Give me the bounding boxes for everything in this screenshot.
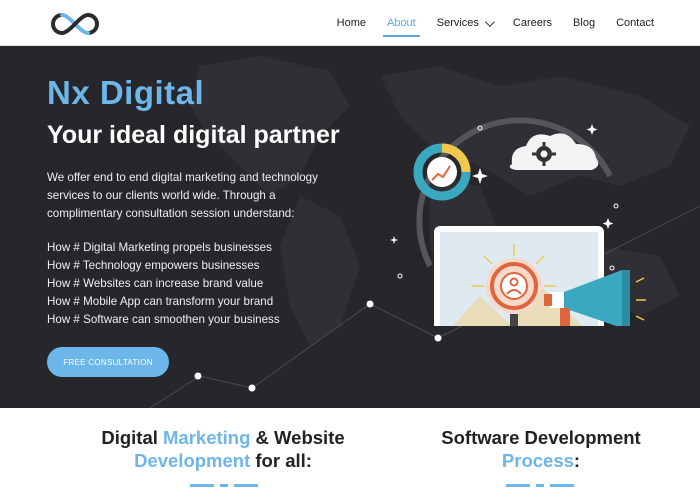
marketing-section-heading: Digital Marketing & Website Development … [96,426,350,472]
hero-point: How # Digital Marketing propels business… [47,241,272,254]
hero-points-list: How # Digital Marketing propels business… [47,239,280,329]
heading-text: & Website [250,427,345,448]
hero-description: We offer end to end digital marketing an… [47,171,318,220]
main-nav: Home About Services Careers Blog Contact [337,0,654,46]
nav-careers-link[interactable]: Careers [513,5,552,41]
digital-marketing-illustration [390,117,646,326]
hero-subtitle: Your ideal digital partner [47,121,340,149]
nav-services-link[interactable]: Services [436,5,495,41]
heading-highlight: Development [134,450,251,471]
nav-home-link[interactable]: Home [337,5,366,41]
free-consultation-button[interactable]: FREE CONSULTATION [47,347,169,377]
hero-point: How # Mobile App can transform your bran… [47,295,274,308]
section-divider [190,484,258,487]
nav-blog-link[interactable]: Blog [573,5,595,41]
section-divider [506,484,574,487]
hero-title: Nx Digital [47,74,205,111]
hero-point: How # Technology empowers businesses [47,259,260,272]
chevron-down-icon [484,16,495,27]
nav-services-label: Services [436,17,479,29]
services-intro-section: Digital Marketing & Website Development … [0,408,700,500]
top-navbar: Home About Services Careers Blog Contact [0,0,700,46]
cloud-gear-icon [509,133,599,170]
heading-highlight: Process [501,450,574,471]
heading-text: Digital [101,427,164,448]
nav-contact-link[interactable]: Contact [616,5,654,41]
infinity-logo-icon[interactable] [48,11,102,37]
hero-point: How # Software can smoothen your busines… [47,313,280,326]
hero-banner: Nx Digital Your ideal digital partner We… [0,46,700,408]
software-section-heading: Software Development Process: [426,426,656,472]
heading-text: Software Development [441,427,641,448]
heading-text: for all: [250,450,312,471]
heading-highlight: Marketing [163,427,251,448]
hero-point: How # Websites can increase brand value [47,277,264,290]
nav-about-link[interactable]: About [383,5,420,41]
heading-text: : [573,450,581,471]
